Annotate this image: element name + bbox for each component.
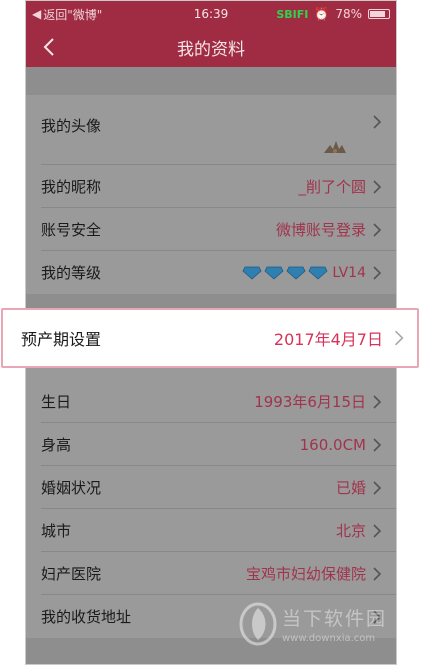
row-avatar[interactable]: 我的头像 (26, 95, 396, 165)
row-height[interactable]: 身高 160.0CM (26, 423, 396, 466)
chevron-right-icon (395, 330, 404, 346)
chevron-right-icon (373, 523, 382, 538)
due-date-setting-row[interactable]: 预产期设置 2017年4月7日 (1, 308, 419, 368)
level-gems (242, 266, 328, 280)
diamond-icon (242, 266, 262, 280)
row-label: 我的昵称 (41, 178, 102, 196)
row-value: 1993年6月15日 (254, 393, 366, 411)
row-label: 城市 (41, 522, 72, 540)
nav-bar: 我的资料 (26, 27, 396, 67)
watermark-logo-icon (239, 602, 277, 646)
chevron-right-icon (373, 480, 382, 495)
row-value: 宝鸡市妇幼保健院 (245, 565, 366, 583)
row-value: 已婚 (335, 479, 366, 497)
row-level[interactable]: 我的等级 LV14 (26, 251, 396, 294)
back-chevron-icon[interactable] (38, 35, 62, 59)
status-bar: ◀ 返回"微博" 16:39 SBIFI ⏰ 78% (26, 1, 396, 27)
row-account-security[interactable]: 账号安全 微博账号登录 (26, 208, 396, 251)
chevron-right-icon (373, 265, 382, 280)
row-value: 北京 (335, 522, 366, 540)
avatar-image (324, 141, 346, 153)
row-label: 我的等级 (41, 264, 102, 282)
diamond-icon (264, 266, 284, 280)
battery-percent: 78% (335, 7, 362, 21)
row-hospital[interactable]: 妇产医院 宝鸡市妇幼保健院 (26, 552, 396, 595)
profile-section-1: 我的头像 我的昵称 _削了个圆 账号安全 微博账号登录 我的等级 LV14 (26, 95, 396, 294)
row-label: 妇产医院 (41, 565, 102, 583)
chevron-right-icon (373, 115, 382, 129)
chevron-right-icon (373, 566, 382, 581)
chevron-right-icon (373, 179, 382, 194)
row-label: 我的头像 (41, 117, 102, 135)
diamond-icon (308, 266, 328, 280)
row-birthday[interactable]: 生日 1993年6月15日 (26, 380, 396, 423)
alarm-icon: ⏰ (314, 7, 330, 21)
battery-icon (368, 9, 390, 19)
row-marital-status[interactable]: 婚姻状况 已婚 (26, 466, 396, 509)
back-triangle-icon: ◀ (32, 7, 42, 21)
row-value: _削了个圆 (298, 178, 366, 196)
row-label: 预产期设置 (21, 330, 102, 349)
back-to-app[interactable]: ◀ 返回"微博" (32, 6, 102, 23)
chevron-right-icon (373, 222, 382, 237)
due-date-value: 2017年4月7日 (273, 330, 383, 349)
row-city[interactable]: 城市 北京 (26, 509, 396, 552)
row-value: 微博账号登录 (275, 221, 366, 239)
page-title: 我的资料 (177, 39, 245, 60)
row-value: 160.0CM (299, 435, 366, 454)
watermark-title: 当下软件园 (282, 608, 388, 630)
row-label: 生日 (41, 393, 72, 411)
diamond-icon (286, 266, 306, 280)
level-value: LV14 (332, 264, 366, 281)
row-label: 身高 (41, 436, 72, 454)
watermark: 当下软件园 www.downxia.com (238, 598, 398, 650)
row-label: 账号安全 (41, 221, 102, 239)
chevron-right-icon (373, 437, 382, 452)
row-nickname[interactable]: 我的昵称 _削了个圆 (26, 165, 396, 208)
status-time: 16:39 (193, 7, 229, 21)
chevron-right-icon (373, 394, 382, 409)
carrier-label: SBIFI (276, 7, 309, 21)
back-app-label: 返回"微博" (43, 7, 103, 22)
watermark-url: www.downxia.com (282, 633, 376, 644)
row-label: 婚姻状况 (41, 479, 102, 497)
